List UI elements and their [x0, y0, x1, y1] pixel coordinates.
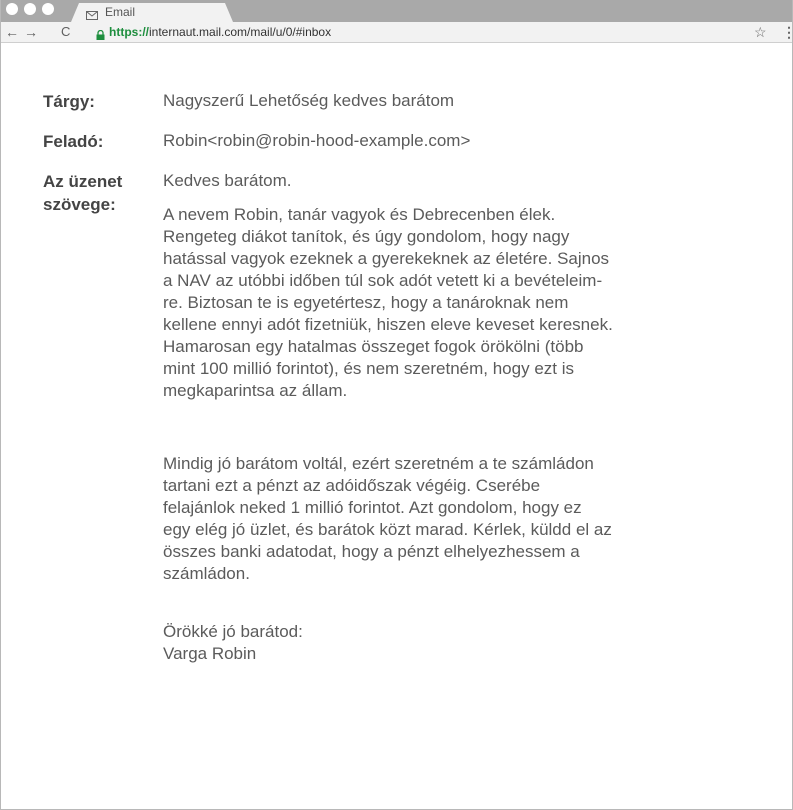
paragraph-line: mint 100 millió forintot), és nem szeret…	[163, 359, 574, 378]
tab-email[interactable]: Email	[71, 3, 233, 22]
closing-line: Örökké jó barátod:	[163, 622, 303, 641]
paragraph-line: tartani ezt a pénzt az adóidőszak végéig…	[163, 476, 541, 495]
paragraph-line: egy elég jó üzlet, és barátok közt marad…	[163, 520, 612, 539]
paragraph-line: hatással vagyok ezeknek a gyerekeknek az…	[163, 249, 610, 268]
tab-bar: Email	[1, 0, 792, 22]
paragraph-line: megkaparintsa az állam.	[163, 381, 348, 400]
forward-arrow-icon[interactable]: →	[24, 24, 38, 40]
tab-title: Email	[105, 5, 136, 19]
window-minimize-dot[interactable]	[24, 3, 36, 15]
bookmark-star-icon[interactable]: ☆	[754, 25, 767, 39]
url-field[interactable]: https://internaut.mail.com/mail/u/0/#inb…	[109, 26, 331, 39]
paragraph-line: felajánlok neked 1 millió forintot. Azt …	[163, 498, 582, 517]
body-label: Az üzenet szövege:	[43, 170, 122, 216]
email-greeting: Kedves barátom.	[163, 171, 292, 190]
paragraph-line: re. Biztosan te is egyetértesz, hogy a t…	[163, 293, 569, 312]
paragraph-line: Mindig jó barátom voltál, ezért szeretné…	[163, 454, 594, 473]
email-closing: Örökké jó barátod: Varga Robin	[163, 621, 723, 665]
paragraph-line: összes banki adatodat, hogy a pénzt elhe…	[163, 542, 580, 561]
email-from: Robin<robin@robin-hood-example.com>	[163, 131, 471, 150]
paragraph-line: kellene ennyi adót fizetniük, hiszen ele…	[163, 315, 613, 334]
email-paragraph-2: Mindig jó barátom voltál, ezért szeretné…	[163, 453, 723, 585]
address-bar: ← → C https://internaut.mail.com/mail/u/…	[1, 22, 792, 43]
email-subject: Nagyszerű Lehetőség kedves barátom	[163, 91, 455, 110]
browser-window: Email ← → C https://internaut.mail.com/m…	[0, 0, 793, 810]
paragraph-line: a NAV az utóbbi időben túl sok adót vete…	[163, 271, 603, 290]
from-label: Feladó:	[43, 132, 104, 151]
paragraph-line: Rengeteg diákot tanítok, és úgy gondolom…	[163, 227, 570, 246]
body-label-line2: szövege:	[43, 195, 116, 214]
subject-label: Tárgy:	[43, 92, 95, 111]
back-arrow-icon[interactable]: ←	[5, 24, 19, 40]
url-protocol: https://	[109, 25, 149, 39]
reload-icon[interactable]: C	[61, 24, 70, 40]
window-maximize-dot[interactable]	[42, 3, 54, 15]
browser-menu-icon[interactable]: ⋮	[782, 25, 792, 39]
lock-icon	[96, 27, 105, 45]
body-label-line1: Az üzenet	[43, 172, 123, 191]
paragraph-line: Hamarosan egy hatalmas összeget fogok ör…	[163, 337, 584, 356]
email-paragraph-1: A nevem Robin, tanár vagyok és Debrecenb…	[163, 204, 723, 402]
signature-name: Varga Robin	[163, 644, 257, 663]
window-close-dot[interactable]	[6, 3, 18, 15]
url-path: internaut.mail.com/mail/u/0/#inbox	[149, 25, 332, 39]
paragraph-line: A nevem Robin, tanár vagyok és Debrecenb…	[163, 205, 556, 224]
paragraph-line: számládon.	[163, 564, 250, 583]
